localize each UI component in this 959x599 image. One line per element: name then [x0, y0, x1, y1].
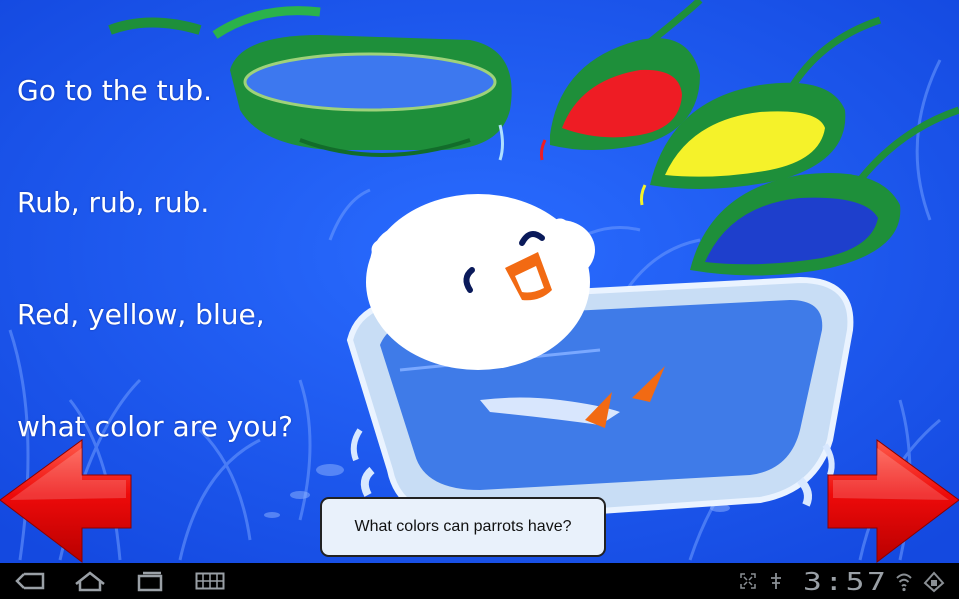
wifi-icon	[893, 563, 915, 599]
battery-icon	[920, 563, 948, 599]
usb-icon	[765, 563, 787, 599]
story-line-3: Red, yellow, blue,	[17, 298, 265, 331]
question-button[interactable]: What colors can parrots have?	[320, 497, 606, 557]
story-line-2: Rub, rub, rub.	[17, 186, 210, 219]
system-bar: 3:57	[0, 563, 959, 599]
next-page-button[interactable]	[825, 440, 959, 560]
home-icon[interactable]	[70, 563, 110, 599]
story-line-1: Go to the tub.	[17, 74, 212, 107]
fullscreen-icon	[737, 563, 759, 599]
previous-page-button[interactable]	[0, 440, 134, 560]
clock: 3:57	[803, 567, 889, 596]
recent-apps-icon[interactable]	[130, 563, 170, 599]
back-icon[interactable]	[10, 563, 50, 599]
story-line-4: what color are you?	[17, 410, 294, 443]
keyboard-icon[interactable]	[190, 563, 230, 599]
story-page: Go to the tub. Rub, rub, rub. Red, yello…	[0, 0, 959, 563]
question-label: What colors can parrots have?	[354, 518, 572, 535]
